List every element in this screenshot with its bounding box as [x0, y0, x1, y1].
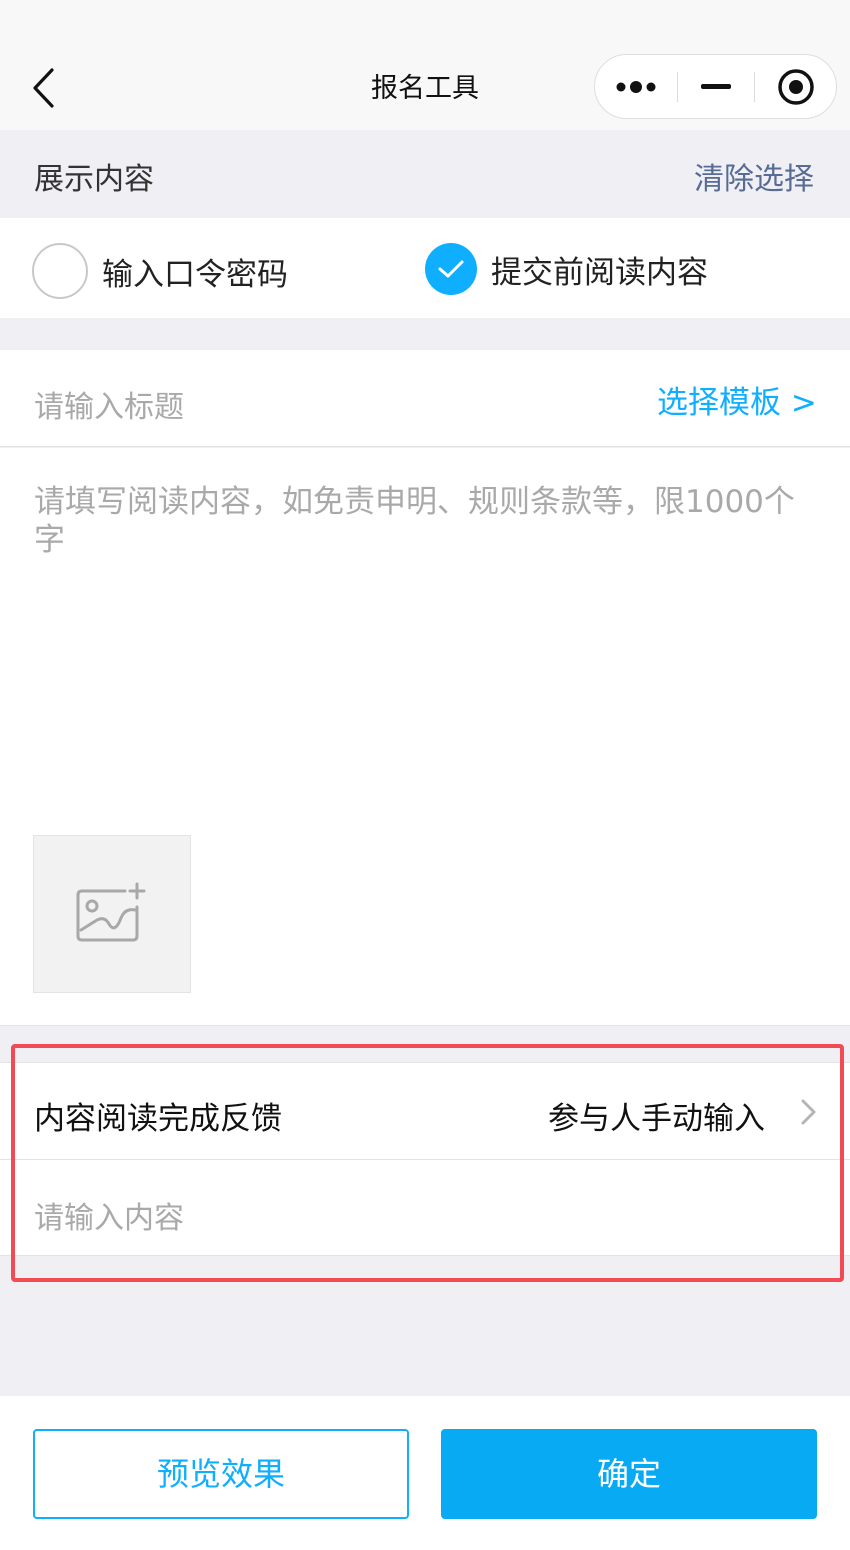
chevron-right-icon: [796, 1097, 820, 1131]
confirm-button[interactable]: 确定: [441, 1429, 817, 1519]
radio-checked-icon: [425, 243, 477, 295]
add-image-icon: [76, 882, 146, 942]
section-title: 展示内容: [34, 162, 154, 197]
option-label: 输入口令密码: [102, 256, 288, 293]
back-button[interactable]: [22, 60, 72, 116]
back-chevron-icon: [33, 68, 54, 108]
option-label: 提交前阅读内容: [491, 254, 708, 291]
preview-button[interactable]: 预览效果: [33, 1429, 409, 1519]
more-button[interactable]: [595, 55, 677, 118]
minimize-icon: [701, 83, 731, 89]
close-target-icon: [778, 68, 814, 105]
feedback-input[interactable]: 请输入内容: [34, 1193, 814, 1237]
option-password[interactable]: 输入口令密码: [32, 243, 288, 299]
minimize-button[interactable]: [678, 55, 754, 118]
clear-selection-button[interactable]: 清除选择: [694, 154, 814, 198]
choose-template-link[interactable]: 选择模板 >: [657, 377, 817, 422]
option-read-before-submit[interactable]: 提交前阅读内容: [425, 243, 708, 295]
radio-unchecked-icon: [32, 243, 88, 299]
feedback-label: 内容阅读完成反馈: [34, 1101, 282, 1137]
title-input[interactable]: 请输入标题: [34, 382, 594, 426]
capsule-menu: [594, 54, 837, 119]
image-upload-button[interactable]: [33, 835, 191, 993]
more-dots-icon: [616, 80, 656, 93]
close-button[interactable]: [755, 55, 837, 118]
checkmark-icon: [438, 260, 464, 278]
feedback-value: 参与人手动输入: [548, 1101, 765, 1137]
content-textarea[interactable]: 请填写阅读内容，如免责申明、规则条款等，限1000个字: [34, 483, 824, 559]
